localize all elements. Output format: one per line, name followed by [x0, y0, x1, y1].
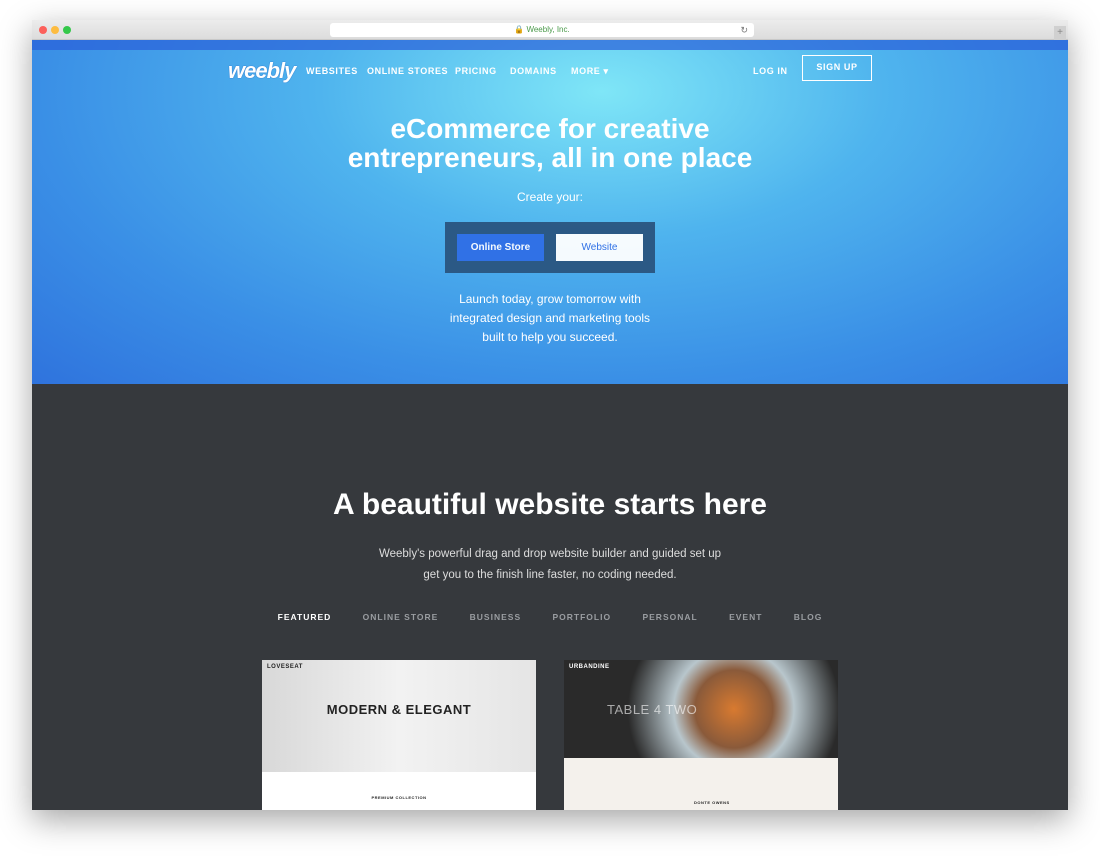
theme-name: URBANDINE — [569, 664, 610, 670]
nav-pricing[interactable]: PRICING — [455, 66, 497, 76]
title-line: eCommerce for creative — [390, 113, 710, 144]
browser-window: 🔒 Weebly, Inc. ↻ + weebly WEBSITES ONLINE… — [32, 20, 1068, 810]
new-tab-button[interactable]: + — [1054, 26, 1066, 40]
nav-more[interactable]: MORE ▾ — [571, 66, 609, 77]
theme-caption: PREMIUM COLLECTION — [371, 795, 427, 800]
address-bar[interactable]: 🔒 Weebly, Inc. ↻ — [330, 23, 754, 37]
tagline-line: Launch today, grow tomorrow with — [459, 292, 641, 306]
tab-online-store[interactable]: ONLINE STORE — [363, 612, 439, 622]
theme-caption: DONTE OWENS — [694, 800, 730, 805]
browser-titlebar: 🔒 Weebly, Inc. ↻ + — [32, 20, 1068, 40]
create-label: Create your: — [516, 190, 584, 204]
hero: weebly WEBSITES ONLINE STORES PRICING DO… — [32, 40, 1068, 384]
hero-title: eCommerce for creative entrepreneurs, all… — [32, 114, 1068, 172]
subtitle-line: Weebly's powerful drag and drop website … — [378, 548, 722, 560]
signup-button[interactable]: SIGN UP — [802, 55, 872, 81]
reload-icon[interactable]: ↻ — [740, 23, 748, 37]
title-line: entrepreneurs, all in one place — [347, 142, 753, 173]
section-subtitle: Weebly's powerful drag and drop website … — [32, 544, 1068, 586]
top-nav: weebly WEBSITES ONLINE STORES PRICING DO… — [228, 55, 872, 88]
tab-portfolio[interactable]: PORTFOLIO — [553, 612, 612, 622]
theme-name: LOVESEAT — [267, 664, 303, 670]
tab-featured[interactable]: FEATURED — [278, 612, 332, 622]
url-text: Weebly, Inc. — [526, 25, 570, 34]
theme-tabs: FEATURED ONLINE STORE BUSINESS PORTFOLIO… — [32, 612, 1068, 622]
nav-websites[interactable]: WEBSITES — [306, 66, 358, 76]
tagline-line: built to help you succeed. — [482, 330, 618, 344]
theme-headline: TABLE 4 TWO — [607, 702, 698, 717]
subtitle-line: get you to the finish line faster, no co… — [423, 569, 677, 581]
website-button[interactable]: Website — [556, 234, 643, 261]
tagline-line: integrated design and marketing tools — [449, 311, 651, 325]
close-button[interactable] — [39, 26, 47, 34]
login-link[interactable]: LOG IN — [753, 66, 788, 76]
create-choice-box: Online Store Website — [445, 222, 655, 273]
tab-event[interactable]: EVENT — [729, 612, 762, 622]
tab-personal[interactable]: PERSONAL — [642, 612, 697, 622]
theme-card-loveseat[interactable]: LOVESEAT MODERN & ELEGANT PREMIUM COLLEC… — [262, 660, 536, 810]
themes-section: A beautiful website starts here Weebly's… — [32, 384, 1068, 810]
theme-card-urbandine[interactable]: URBANDINE TABLE 4 TWO DONTE OWENS — [564, 660, 838, 810]
theme-headline: MODERN & ELEGANT — [326, 702, 472, 717]
hero-tagline: Launch today, grow tomorrow with integrat… — [32, 290, 1068, 347]
nav-online-stores[interactable]: ONLINE STORES — [367, 66, 448, 76]
nav-domains[interactable]: DOMAINS — [510, 66, 557, 76]
section-title: A beautiful website starts here — [332, 488, 767, 521]
theme-preview-image — [564, 660, 838, 758]
maximize-button[interactable] — [63, 26, 71, 34]
lock-icon: 🔒 — [514, 25, 525, 34]
minimize-button[interactable] — [51, 26, 59, 34]
weebly-logo[interactable]: weebly — [228, 58, 296, 84]
online-store-button[interactable]: Online Store — [457, 234, 544, 261]
tab-business[interactable]: BUSINESS — [470, 612, 521, 622]
tab-blog[interactable]: BLOG — [794, 612, 823, 622]
